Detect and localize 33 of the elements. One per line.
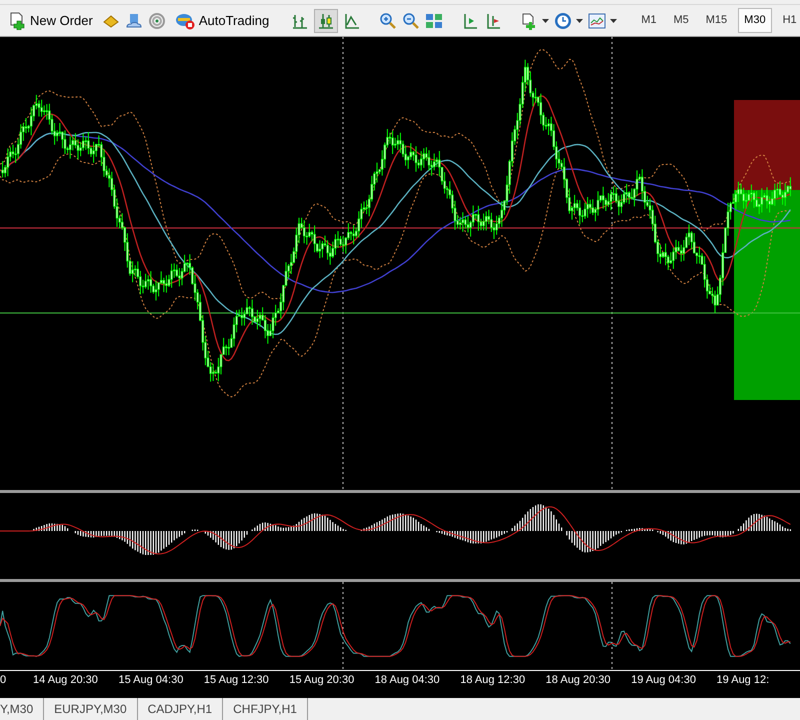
time-axis-label: 18 Aug 04:30 xyxy=(374,673,441,688)
timeframe-button[interactable]: M1 xyxy=(635,8,662,33)
time-axis-label: 19 Aug 12: xyxy=(716,673,770,688)
time-axis-label: 18 Aug 12:30 xyxy=(459,673,526,688)
time-axis-label: 0 xyxy=(0,673,8,688)
auto-trading-button[interactable]: AutoTrading xyxy=(170,10,274,30)
chart-tab[interactable]: CADJPY,H1 xyxy=(138,698,224,720)
zoom-out-icon[interactable] xyxy=(402,12,420,30)
time-axis-label: 15 Aug 04:30 xyxy=(117,673,184,688)
timeframe-button[interactable]: H1 xyxy=(776,8,800,33)
caret-icon[interactable] xyxy=(542,18,550,22)
time-axis-label: 14 Aug 20:30 xyxy=(32,673,99,688)
timeframe-button[interactable]: M15 xyxy=(700,8,734,33)
zoom-in-icon[interactable] xyxy=(379,12,398,30)
caret-icon[interactable] xyxy=(576,18,584,22)
chart-tab[interactable]: Y,M30 xyxy=(0,698,44,720)
template-chart-icon[interactable] xyxy=(588,12,606,30)
time-axis-label: 19 Aug 04:30 xyxy=(630,673,697,688)
document-plus-icon xyxy=(8,12,26,30)
new-order-button[interactable]: New Order xyxy=(4,10,97,30)
time-axis-label: 18 Aug 20:30 xyxy=(544,673,612,688)
timeframe-button[interactable]: M5 xyxy=(667,8,695,33)
clock-icon[interactable] xyxy=(554,12,572,30)
candlestick-icon[interactable] xyxy=(317,12,336,30)
time-axis-label: 15 Aug 20:30 xyxy=(288,673,356,688)
chart-tab[interactable]: CHFJPY,H1 xyxy=(223,698,308,720)
time-axis-label: 15 Aug 12:30 xyxy=(202,673,270,688)
chart-tab[interactable]: EURJPY,M30 xyxy=(44,698,138,720)
line-chart-icon[interactable] xyxy=(343,12,362,30)
tile-windows-icon[interactable] xyxy=(425,12,444,30)
timeframe-button[interactable]: M30 xyxy=(738,8,772,33)
caret-icon[interactable] xyxy=(610,18,618,22)
signal-icon[interactable] xyxy=(148,12,166,30)
